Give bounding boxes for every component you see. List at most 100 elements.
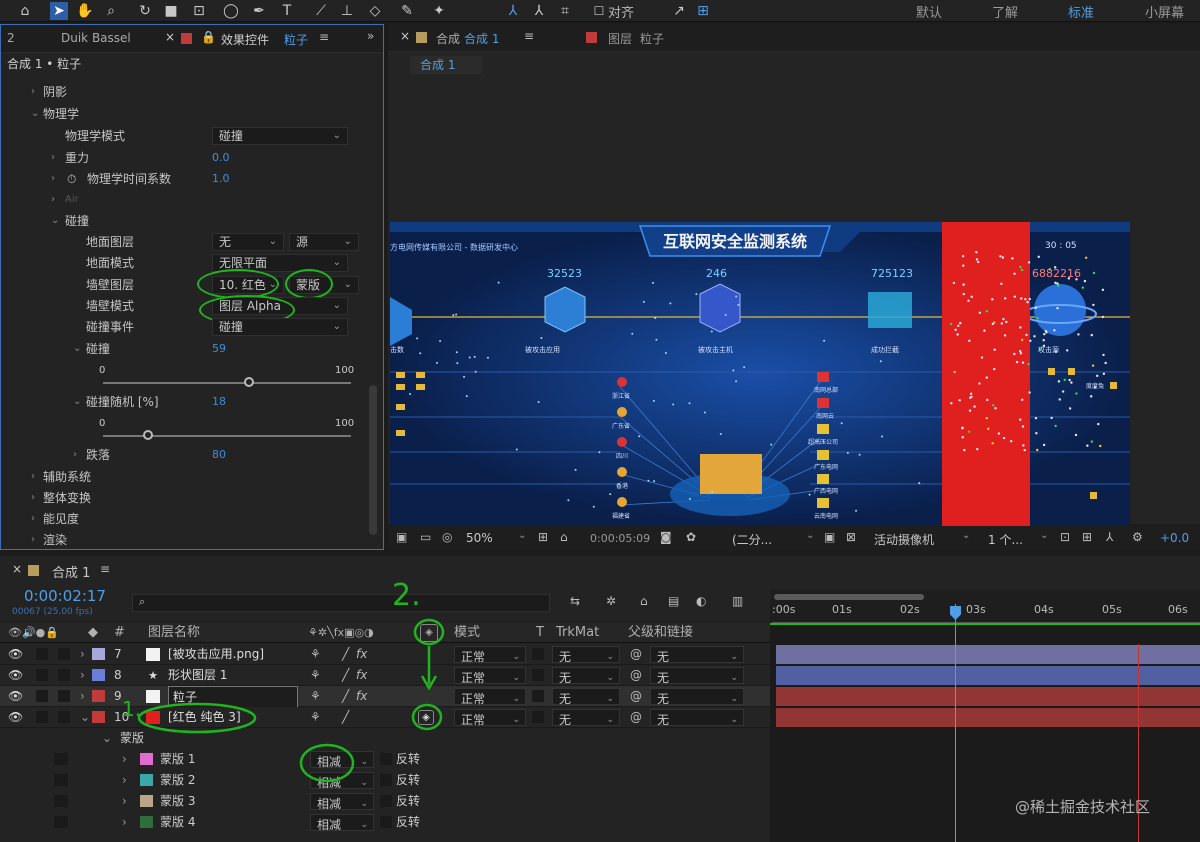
tab-layer-name[interactable]: 粒子: [640, 30, 664, 47]
floor-source-dropdown[interactable]: 源 ⌄: [289, 233, 359, 251]
collapse-arrow-icon[interactable]: ⌄: [80, 707, 90, 728]
tab-duik[interactable]: Duik Bassel: [61, 31, 131, 45]
mask-row[interactable]: › 蒙版 3 相减 ⌄ 反转: [0, 791, 770, 812]
prop-bounce-group[interactable]: 碰撞: [65, 211, 89, 231]
stopwatch-icon[interactable]: ⏱: [67, 169, 76, 189]
trkmat-dropdown[interactable]: 无 ⌄: [552, 646, 620, 664]
mask-mode-dropdown[interactable]: 相减 ⌄: [310, 814, 374, 832]
pen-tool-icon[interactable]: ✒: [250, 2, 268, 20]
layer-duration-bar[interactable]: [776, 645, 1200, 664]
tab-comp-name[interactable]: 合成 1: [464, 30, 499, 47]
collision-event-dropdown[interactable]: 碰撞 ⌄: [212, 318, 348, 336]
work-area-bar[interactable]: [774, 594, 924, 600]
label-color-swatch[interactable]: [92, 690, 105, 702]
draft-3d-icon[interactable]: ✲: [606, 594, 616, 608]
fast-preview-icon[interactable]: ⚙: [1132, 530, 1143, 544]
chevron-down-icon[interactable]: ⌄: [1040, 530, 1048, 541]
mask-color-swatch[interactable]: [140, 795, 153, 807]
camera-tool-icon[interactable]: ■: [162, 2, 180, 20]
frame-blending-icon[interactable]: ▤: [668, 594, 679, 608]
eye-icon[interactable]: 👁: [8, 707, 23, 728]
layer-row[interactable]: 👁 ⌄ 10 [红色 纯色 3] ⚘ ╱ ◈ 正常 ⌄ 无 ⌄ @ 无 ⌄: [0, 707, 770, 728]
tab-effects[interactable]: 效果控件: [221, 31, 269, 48]
trkmat-dropdown[interactable]: 无 ⌄: [552, 688, 620, 706]
expand-arrow-icon[interactable]: ›: [51, 190, 55, 210]
pick-whip-icon[interactable]: @: [630, 686, 642, 707]
layer-duration-bar[interactable]: [776, 666, 1200, 685]
mask-name[interactable]: 蒙版 2: [160, 770, 195, 791]
3d-cube-icon[interactable]: ◈: [418, 710, 434, 725]
trkmat-dropdown[interactable]: 无 ⌄: [552, 667, 620, 685]
pick-whip-icon[interactable]: @: [630, 665, 642, 686]
mask-color-swatch[interactable]: [140, 753, 153, 765]
mask-visibility-toggle[interactable]: [54, 753, 68, 765]
audio-toggle[interactable]: [36, 669, 48, 681]
expand-arrow-icon[interactable]: ›: [80, 644, 85, 665]
mask-visibility-icon[interactable]: ⌂: [560, 530, 568, 544]
tab-comp-label[interactable]: 合成: [436, 30, 460, 47]
layer-duration-bar[interactable]: [776, 708, 1200, 727]
roto-brush-icon[interactable]: ✎: [398, 2, 416, 20]
type-tool-icon[interactable]: T: [278, 2, 296, 20]
mask-color-swatch[interactable]: [140, 816, 153, 828]
close-icon[interactable]: ×: [12, 562, 22, 576]
trkmat-header[interactable]: TrkMat: [556, 623, 599, 643]
expand-arrow-icon[interactable]: ›: [31, 467, 35, 487]
quality-switch-icon[interactable]: ╱: [342, 686, 349, 707]
blend-mode-dropdown[interactable]: 正常 ⌄: [454, 667, 526, 685]
prop-physics[interactable]: 物理学: [43, 104, 79, 124]
vr-icon[interactable]: ◎: [442, 530, 452, 544]
snap-grid-icon[interactable]: ⊞: [694, 2, 712, 20]
flowchart-icon[interactable]: ⅄: [1106, 530, 1113, 544]
preserve-transparency-toggle[interactable]: [532, 690, 544, 702]
eye-icon[interactable]: 👁: [8, 644, 23, 665]
label-color-swatch[interactable]: [92, 711, 105, 723]
shy-layers-icon[interactable]: ⌂: [640, 594, 648, 608]
parent-dropdown[interactable]: 无 ⌄: [650, 646, 744, 664]
fx-switch-icon[interactable]: fx: [356, 686, 367, 707]
random-slider-handle[interactable]: [142, 430, 153, 440]
chevron-down-icon[interactable]: ⌄: [806, 530, 814, 541]
transparency-grid-icon[interactable]: ⊠: [846, 530, 856, 544]
always-preview-icon[interactable]: ▣: [396, 530, 407, 544]
prop-global-transform[interactable]: 整体变换: [43, 488, 91, 508]
bounce-random-value[interactable]: 18: [212, 392, 226, 412]
lock-icon[interactable]: 🔒: [201, 30, 216, 44]
parent-dropdown[interactable]: 无 ⌄: [650, 688, 744, 706]
mask-visibility-toggle[interactable]: [54, 795, 68, 807]
snap-icon[interactable]: ↗: [670, 2, 688, 20]
mask-row[interactable]: › 蒙版 1 相减 ⌄ 反转: [0, 749, 770, 770]
expand-arrow-icon[interactable]: ›: [31, 488, 35, 508]
solo-toggle[interactable]: [58, 669, 70, 681]
preserve-transparency-toggle[interactable]: [532, 669, 544, 681]
mask-visibility-toggle[interactable]: [54, 816, 68, 828]
layer-row[interactable]: 👁 › 7 [被攻击应用.png] ⚘ ╱ fx 正常 ⌄ 无 ⌄ @ 无 ⌄: [0, 644, 770, 665]
quality-switch-icon[interactable]: ╱: [342, 644, 349, 665]
zoom-level[interactable]: 50%: [466, 531, 493, 545]
align-checkbox[interactable]: ☐: [590, 2, 608, 20]
hand-tool-icon[interactable]: ✋: [76, 2, 94, 20]
toggle-view-options-icon[interactable]: ⊡: [1060, 530, 1070, 544]
comp-canvas[interactable]: 互联网安全监测系统 方电网传媒有限公司 - 数据研发中心 30 : 05 325…: [390, 222, 1130, 526]
eraser-tool-icon[interactable]: ◇: [366, 2, 384, 20]
parent-header[interactable]: 父级和链接: [628, 623, 693, 643]
shy-switch-icon[interactable]: ⚘: [310, 707, 321, 728]
mask-color-swatch[interactable]: [140, 774, 153, 786]
panel-menu-icon[interactable]: ≡: [524, 29, 534, 43]
collapse-arrow-icon[interactable]: ⌄: [73, 339, 81, 359]
mask-name[interactable]: 蒙版 1: [160, 749, 195, 770]
comp-subtab[interactable]: 合成 1: [410, 56, 482, 74]
solo-toggle[interactable]: [58, 690, 70, 702]
expand-arrow-icon[interactable]: ›: [80, 665, 85, 686]
motion-blur-icon[interactable]: ◐: [696, 594, 706, 608]
tab-number[interactable]: 2: [7, 31, 15, 45]
layer-row[interactable]: 👁 › 9 粒子 ⚘ ╱ fx 正常 ⌄ 无 ⌄ @ 无 ⌄: [0, 686, 770, 709]
pick-whip-icon[interactable]: @: [630, 644, 642, 665]
quality-switch-icon[interactable]: ╱: [342, 707, 349, 728]
resolution-dropdown[interactable]: (二分...: [732, 531, 772, 548]
panel-overflow-icon[interactable]: »: [367, 29, 374, 43]
layer-name[interactable]: 粒子: [168, 686, 298, 709]
gravity-value[interactable]: 0.0: [212, 148, 230, 168]
chevron-down-icon[interactable]: ⌄: [518, 530, 526, 541]
prop-shadow[interactable]: 阴影: [43, 82, 67, 102]
